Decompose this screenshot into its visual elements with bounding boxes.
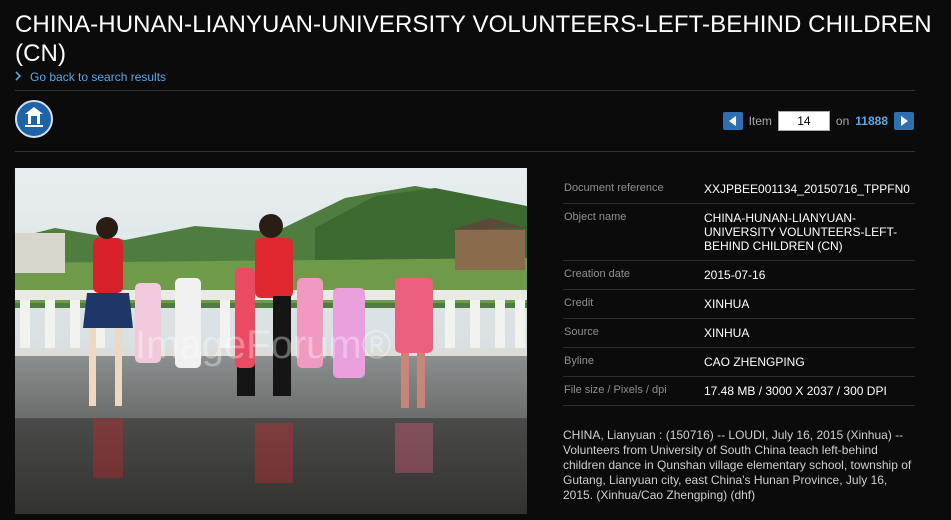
item-number-input[interactable]	[777, 111, 830, 131]
pagination: Item on 11888	[722, 110, 914, 132]
metadata-value: XXJPBEE001134_20150716_TPPFN0	[704, 182, 910, 196]
item-label: Item	[748, 114, 772, 128]
page-title: CHINA-HUNAN-LIANYUAN-UNIVERSITY VOLUNTEE…	[15, 11, 932, 67]
on-label: on	[835, 114, 850, 128]
watermark: ImageForum®	[135, 323, 391, 367]
main-photo[interactable]: ImageForum®	[15, 168, 527, 514]
back-link-label: Go back to search results	[30, 70, 167, 84]
metadata-row: Document reference XXJPBEE001134_20150716…	[563, 175, 915, 204]
metadata-key: Source	[564, 326, 599, 338]
metadata-row: Credit XINHUA	[563, 290, 915, 319]
arrow-left-icon	[728, 116, 736, 126]
metadata-key: Credit	[564, 297, 594, 309]
metadata-key: Byline	[564, 355, 594, 367]
metadata-row: File size / Pixels / dpi 17.48 MB / 3000 …	[563, 377, 915, 406]
metadata-value: 17.48 MB / 3000 X 2037 / 300 DPI	[704, 384, 887, 398]
metadata-value: 2015-07-16	[704, 268, 766, 282]
metadata-row: Object name CHINA-HUNAN-LIANYUAN-UNIVERSI…	[563, 204, 915, 261]
divider	[15, 90, 915, 91]
metadata-row: Creation date 2015-07-16	[563, 261, 915, 290]
metadata-key: Creation date	[564, 268, 631, 280]
metadata-row: Byline CAO ZHENGPING	[563, 348, 915, 377]
metadata-key: File size / Pixels / dpi	[564, 384, 667, 396]
metadata-value: CHINA-HUNAN-LIANYUAN-UNIVERSITY VOLUNTEE…	[704, 211, 898, 253]
chevron-right-icon	[15, 70, 25, 84]
back-to-results-link[interactable]: Go back to search results	[15, 70, 166, 84]
next-item-button[interactable]	[894, 112, 914, 130]
previous-item-button[interactable]	[722, 112, 743, 130]
metadata-row: Source XINHUA	[563, 319, 915, 348]
metadata-value: CAO ZHENGPING	[704, 355, 805, 369]
metadata-key: Object name	[564, 211, 627, 223]
metadata-table: Document reference XXJPBEE001134_20150716…	[563, 175, 915, 406]
divider	[15, 151, 915, 152]
metadata-value: XINHUA	[704, 297, 750, 311]
arrow-right-icon	[901, 116, 908, 126]
total-items: 11888	[855, 114, 888, 128]
logo-emblem-icon	[25, 107, 43, 127]
photo-caption: CHINA, Lianyuan : (150716) -- LOUDI, Jul…	[563, 428, 912, 502]
metadata-key: Document reference	[564, 182, 664, 194]
metadata-value: XINHUA	[704, 326, 750, 340]
photo-image: ImageForum®	[15, 168, 527, 514]
xinhua-logo	[15, 100, 53, 138]
